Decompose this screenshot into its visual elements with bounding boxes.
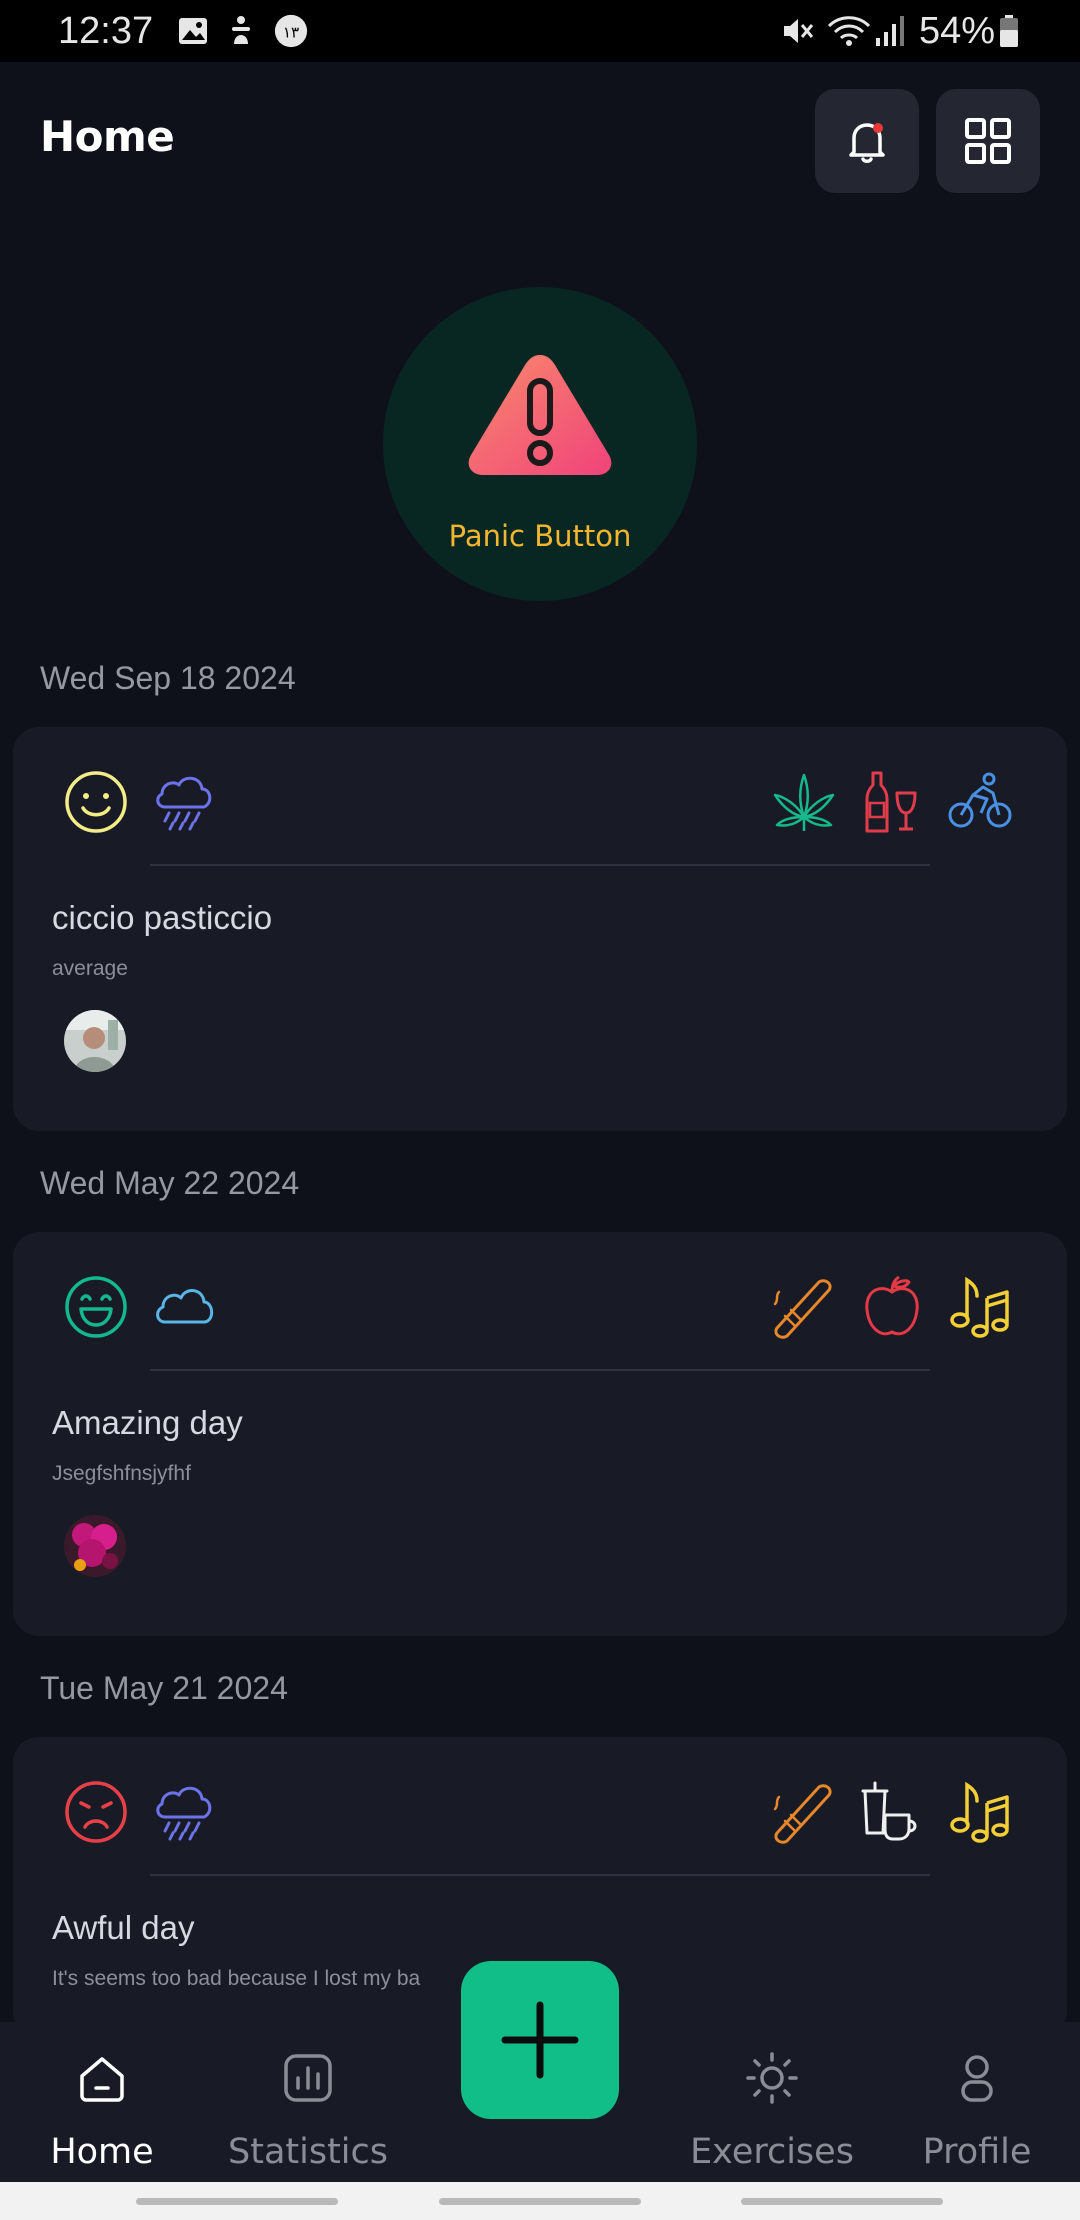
image-icon <box>179 18 207 44</box>
music-notes-icon <box>950 1781 1009 1843</box>
sun-icon <box>746 2052 798 2104</box>
panic-button-label: Panic Button <box>448 519 632 553</box>
bell-icon <box>849 123 885 163</box>
nav-label: Profile <box>922 2132 1032 2172</box>
sad-face-icon <box>65 1781 127 1843</box>
nav-item-exercises[interactable]: Exercises <box>672 2022 872 2182</box>
home-icon <box>80 2057 124 2102</box>
nav-label: Home <box>50 2132 154 2172</box>
menu-grid-button[interactable] <box>936 89 1040 193</box>
nav-item-profile[interactable]: Profile <box>877 2022 1077 2182</box>
statistics-icon <box>284 2054 332 2102</box>
entry-date: Wed May 22 2024 <box>40 1165 300 1201</box>
entry-note: Jsegfshfnsjyfhf <box>52 1462 191 1485</box>
status-bar: 12:37 ۱۳ 54% <box>0 0 1080 62</box>
card-divider <box>150 1369 930 1371</box>
entry-photo-thumbnail[interactable] <box>64 1515 126 1577</box>
cigar-icon <box>773 1784 832 1844</box>
battery-icon <box>1000 15 1018 47</box>
apple-icon <box>865 1275 919 1336</box>
entry-date: Wed Sep 18 2024 <box>40 660 296 696</box>
gesture-pill[interactable] <box>741 2198 943 2205</box>
cigar-icon <box>773 1279 832 1339</box>
card-divider <box>150 1874 930 1876</box>
system-navigation-bar <box>0 2182 1080 2220</box>
person-icon <box>961 2055 993 2102</box>
mute-icon <box>784 19 814 43</box>
accessibility-icon <box>232 16 250 44</box>
entry-title: Awful day <box>52 1909 195 1946</box>
mood-entry-card[interactable]: Amazing day Jsegfshfnsjyfhf <box>13 1232 1067 1636</box>
page-title: Home <box>40 112 175 161</box>
entry-note: average <box>52 957 128 980</box>
plus-icon <box>501 2001 579 2079</box>
gesture-pill[interactable] <box>439 2198 641 2205</box>
coffee-icon <box>861 1781 917 1841</box>
rain-cloud-icon <box>156 776 212 831</box>
entry-title: ciccio pasticcio <box>52 899 273 936</box>
grid-icon <box>965 118 1011 164</box>
wine-icon <box>865 771 917 833</box>
notifications-button[interactable] <box>815 89 919 193</box>
mood-entry-card[interactable]: ciccio pasticcio average <box>13 727 1067 1131</box>
signal-icon <box>876 16 904 46</box>
cannabis-leaf-icon <box>773 773 835 831</box>
cycling-icon <box>948 772 1012 828</box>
entry-title: Amazing day <box>52 1404 243 1441</box>
cloud-icon <box>156 1289 214 1324</box>
nav-label: Exercises <box>690 2132 854 2172</box>
card-divider <box>150 864 930 866</box>
battery-percentage: 54% <box>919 10 996 52</box>
panic-button[interactable]: Panic Button <box>383 287 697 601</box>
wifi-icon <box>827 16 871 46</box>
badge-13-icon: ۱۳ <box>274 14 308 48</box>
add-entry-button[interactable] <box>461 1961 619 2119</box>
nav-label: Statistics <box>228 2132 388 2172</box>
nav-item-statistics[interactable]: Statistics <box>208 2022 408 2182</box>
nav-item-home[interactable]: Home <box>2 2022 202 2182</box>
music-notes-icon <box>950 1276 1009 1338</box>
rain-cloud-icon <box>156 1786 212 1841</box>
gesture-pill[interactable] <box>136 2198 338 2205</box>
grin-icon <box>65 1276 127 1338</box>
entry-date: Tue May 21 2024 <box>40 1670 288 1706</box>
entry-note: It's seems too bad because I lost my ba <box>52 1967 421 1990</box>
smile-icon <box>65 771 127 833</box>
svg-text:۱۳: ۱۳ <box>283 23 299 41</box>
warning-icon <box>468 355 612 475</box>
entry-photo-thumbnail[interactable] <box>64 1010 126 1072</box>
status-time: 12:37 <box>58 10 154 52</box>
